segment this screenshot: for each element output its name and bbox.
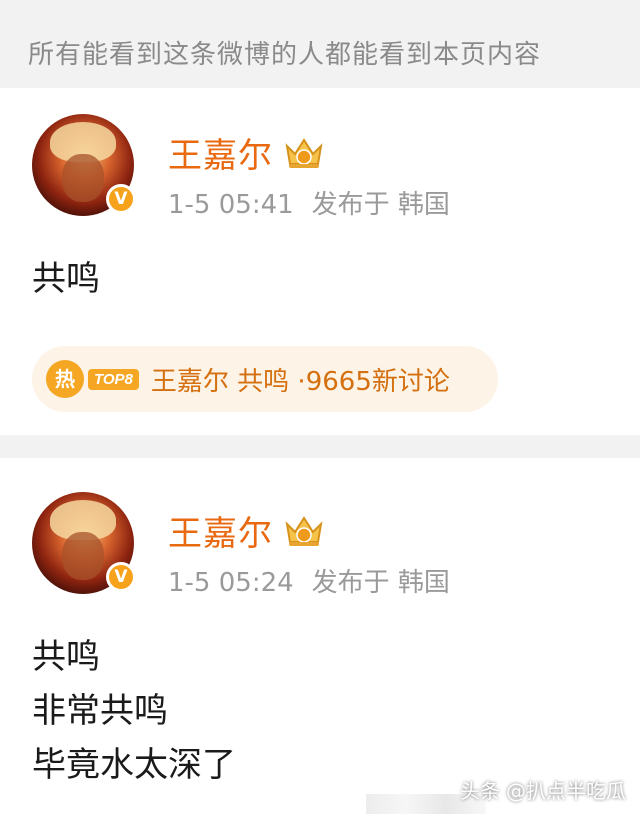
post-text: 共鸣 非常共鸣 毕竟水太深了 <box>32 630 236 792</box>
post-meta: 1-5 05:41 发布于 韩国 <box>168 184 450 221</box>
watermark-handle: @扒点半吃瓜 <box>506 779 626 803</box>
rank-tag: TOP8 <box>88 368 139 390</box>
post-location: 发布于 韩国 <box>311 190 450 220</box>
watermark: 头条 @扒点半吃瓜 <box>460 775 626 804</box>
post-line: 毕竟水太深了 <box>32 745 236 785</box>
user-name[interactable]: 王嘉尔 <box>168 128 273 177</box>
visibility-notice: 所有能看到这条微博的人都能看到本页内容 <box>0 0 640 86</box>
post-line: 非常共鸣 <box>32 691 168 731</box>
user-name[interactable]: 王嘉尔 <box>168 506 273 555</box>
verified-badge-icon: V <box>106 562 136 592</box>
post-location: 发布于 韩国 <box>311 568 450 598</box>
post-line: 共鸣 <box>32 637 100 677</box>
hot-topic-text: 王嘉尔 共鸣 ·9665新讨论 <box>150 366 450 397</box>
avatar[interactable]: V <box>32 114 136 216</box>
weibo-post-card: V 王嘉尔 1-5 05:24 发布于 韩国 共鸣 非常共鸣 毕竟水太深了 头条 … <box>0 458 640 814</box>
post-line: 共鸣 <box>32 259 100 299</box>
hot-topic-pill[interactable]: 热 TOP8 王嘉尔 共鸣 ·9665新讨论 <box>32 346 498 412</box>
user-name-row: 王嘉尔 <box>168 128 325 177</box>
watermark-source: 头条 <box>460 779 500 803</box>
hot-icon: 热 <box>46 360 84 398</box>
user-name-row: 王嘉尔 <box>168 506 325 555</box>
crown-icon[interactable] <box>283 514 325 548</box>
post-time: 1-5 05:41 <box>168 190 294 220</box>
post-meta: 1-5 05:24 发布于 韩国 <box>168 562 450 599</box>
post-time: 1-5 05:24 <box>168 568 294 598</box>
crown-icon[interactable] <box>283 136 325 170</box>
avatar[interactable]: V <box>32 492 136 594</box>
post-text: 共鸣 <box>32 252 100 306</box>
verified-badge-icon: V <box>106 184 136 214</box>
weibo-post-card: V 王嘉尔 1-5 05:41 发布于 韩国 共鸣 热 TOP8 王嘉尔 共鸣 ·… <box>0 88 640 435</box>
